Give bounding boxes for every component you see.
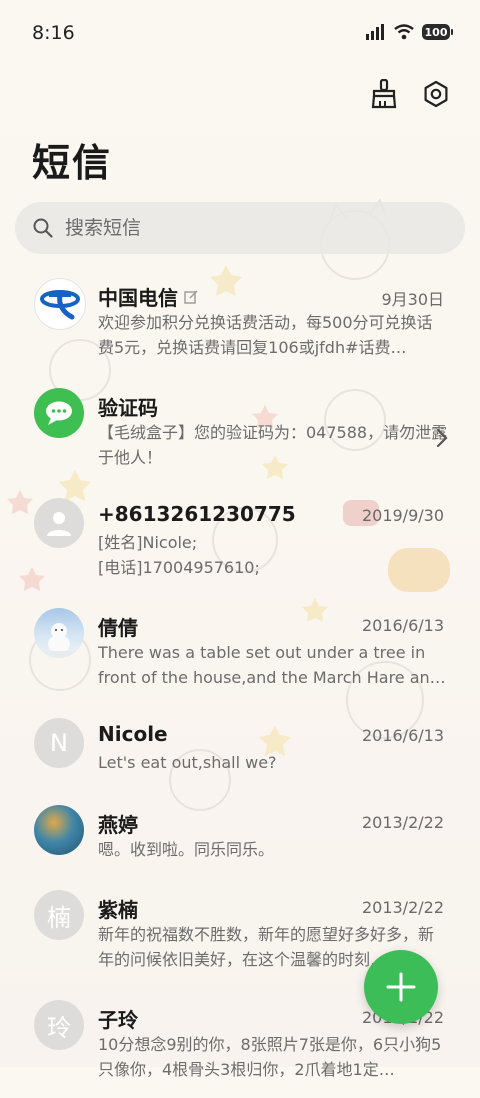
message-preview: 10分想念9别的你，8张照片7张是你，6只小狗5只像你，4根骨头3根归你，2爪着… [98,1035,442,1079]
signal-icon [366,24,384,40]
contact-name-text: 中国电信 [98,286,178,310]
polar-bear-photo-icon [34,623,84,658]
contact-name: 燕婷 [98,813,138,837]
message-preview: [姓名]Nicole; [电话]17004957610; [98,533,260,577]
new-message-button[interactable] [364,950,438,1024]
conversation-row[interactable]: 倩倩 2016/6/13 There was a table set out u… [0,598,480,706]
battery-indicator: 100 [422,24,453,40]
message-preview: 嗯。收到啦。同乐同乐。 [98,840,275,859]
message-date: 2016/6/13 [361,726,444,745]
conversation-row[interactable]: 验证码 【毛绒盒子】您的验证码为：047588，请勿泄露于他人！ [0,378,480,486]
status-icons: 100 [366,24,453,40]
message-date: 2013/2/22 [361,813,444,832]
avatar: N [34,718,84,768]
settings-button[interactable] [420,78,452,110]
edit-icon [184,290,198,304]
message-date: 2016/6/13 [361,616,444,635]
message-date: 9月30日 [381,290,444,309]
conversation-row[interactable]: 燕婷 2013/2/22 嗯。收到啦。同乐同乐。 [0,795,480,880]
avatar: 玲 [34,1000,84,1050]
avatar [34,608,84,658]
plus-icon [386,972,416,1002]
search-bar[interactable] [15,202,465,254]
message-preview: There was a table set out under a tree i… [98,643,446,687]
contact-name: 中国电信 [98,282,198,311]
page-title: 短信 [32,141,113,185]
avatar [34,278,86,330]
china-telecom-logo-icon [40,290,80,320]
avatar [34,805,84,855]
message-preview: 【毛绒盒子】您的验证码为：047588，请勿泄露于他人！ [98,423,448,467]
message-preview: 欢迎参加积分兑换话费活动，每500分可兑换话费5元，兑换话费请回复106或jfd… [98,313,433,357]
status-time: 8:16 [32,22,75,44]
contact-name: 验证码 [98,396,158,420]
conversation-row[interactable]: +8613261230775 2019/9/30 [姓名]Nicole; [电话… [0,488,480,596]
message-preview: Let's eat out,shall we? [98,753,277,772]
wifi-icon [394,24,414,40]
gear-icon [424,80,448,108]
search-input[interactable] [63,216,447,240]
contact-name: 子玲 [98,1008,138,1032]
conversation-row[interactable]: 中国电信 9月30日 欢迎参加积分兑换话费活动，每500分可兑换话费5元，兑换话… [0,268,480,376]
conversation-row[interactable]: N Nicole 2016/6/13 Let's eat out,shall w… [0,708,480,793]
contact-name: +8613261230775 [98,502,296,526]
chevron-right-icon [436,428,448,448]
top-actions [368,78,452,110]
contact-name: 倩倩 [98,616,138,640]
avatar [34,498,84,548]
broom-icon [371,79,397,109]
message-date: 2013/2/22 [361,898,444,917]
search-icon [33,218,53,238]
status-bar: 8:16 100 [0,0,480,68]
person-icon [47,512,71,536]
contact-name: 紫楠 [98,898,138,922]
message-date: 2019/9/30 [361,506,444,525]
message-icon [46,401,72,425]
clean-button[interactable] [368,78,400,110]
avatar: 楠 [34,890,84,940]
contact-name: Nicole [98,722,168,746]
avatar [34,388,84,438]
